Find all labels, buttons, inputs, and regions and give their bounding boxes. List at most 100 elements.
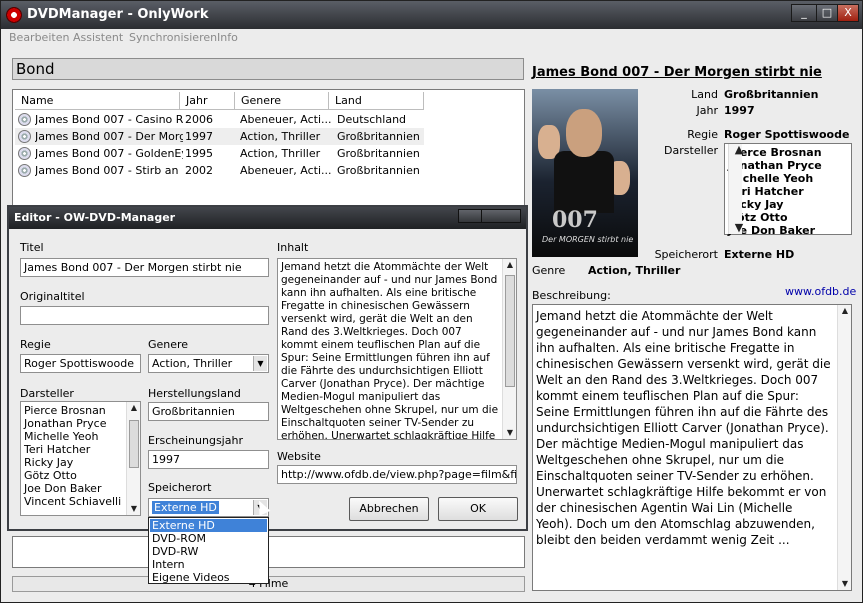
darsteller-list[interactable]: Pierce Brosnan Jonathan Pryce Michelle Y… — [724, 143, 852, 237]
maximize-button[interactable]: □ — [816, 4, 838, 22]
menu-bearbeiten[interactable]: Bearbeiten — [9, 31, 69, 44]
poster-subtitle: Der MORGEN stirbt nie — [542, 235, 634, 244]
beschreibung-content: Jemand hetzt die Atommächte der Welt geg… — [536, 309, 831, 547]
titel-input[interactable]: James Bond 007 - Der Morgen stirbt nie — [20, 258, 269, 277]
row-name: James Bond 007 - Der Morg... — [35, 130, 183, 143]
table-row[interactable]: James Bond 007 - Stirb an ... 2002 Abene… — [15, 162, 523, 179]
row-name: James Bond 007 - GoldenEye — [35, 147, 183, 160]
row-year: 1995 — [185, 147, 213, 160]
scroll-up-icon[interactable]: ▲ — [838, 305, 851, 317]
row-country: Großbritannien — [337, 164, 420, 177]
editor-dialog: Editor - OW-DVD-Manager Titel James Bond… — [7, 205, 528, 531]
scroll-thumb[interactable] — [129, 420, 139, 468]
list-item: Ricky Jay — [24, 456, 74, 469]
scroll-down-icon[interactable]: ▼ — [503, 427, 516, 439]
list-item: Pierce Brosnan — [24, 404, 106, 417]
row-country: Großbritannien — [337, 130, 420, 143]
speicherort-label: Speicherort — [148, 481, 212, 494]
inhalt-label: Inhalt — [277, 241, 309, 254]
column-header-genre[interactable]: Genere — [235, 92, 329, 110]
inhalt-textarea[interactable]: Jemand hetzt die Atommächte der Welt geg… — [277, 258, 517, 440]
dropdown-option[interactable]: Eigene Videos — [150, 571, 267, 584]
editor-minimize-button[interactable] — [458, 209, 482, 223]
dvd-icon — [18, 164, 31, 177]
herstellungsland-label: Herstellungsland — [148, 387, 241, 400]
table-row[interactable]: James Bond 007 - GoldenEye 1995 Action, … — [15, 145, 523, 162]
row-year: 1997 — [185, 130, 213, 143]
poster-figure — [566, 109, 602, 157]
movie-list[interactable]: Name Jahr Genere Land James Bond 007 - C… — [12, 89, 525, 209]
darsteller-scrollbar[interactable]: ▲ ▼ — [126, 402, 140, 515]
column-header-year[interactable]: Jahr — [180, 92, 235, 110]
list-item: Jonathan Pryce — [24, 417, 107, 430]
dvd-icon — [18, 113, 31, 126]
website-input[interactable]: http://www.ofdb.de/view.php?page=film&fi… — [277, 465, 517, 484]
speicherort-dropdown[interactable]: Externe HD DVD-ROM DVD-RW Intern Eigene … — [148, 517, 269, 584]
menu-info[interactable]: Info — [217, 31, 238, 44]
ofdb-link[interactable]: www.ofdb.de — [785, 285, 856, 298]
scroll-up-icon[interactable]: ▲ — [127, 402, 140, 414]
search-input[interactable]: Bond — [12, 58, 524, 80]
website-label: Website — [277, 450, 321, 463]
beschreibung-text[interactable]: Jemand hetzt die Atommächte der Welt geg… — [532, 304, 852, 591]
chevron-down-icon[interactable]: ▼ — [253, 356, 267, 371]
row-genre: Action, Thriller — [240, 147, 321, 160]
editor-title-bar[interactable]: Editor - OW-DVD-Manager — [9, 207, 526, 229]
genere-select[interactable]: Action, Thriller ▼ — [148, 354, 269, 373]
originaltitel-label: Originaltitel — [20, 290, 85, 303]
jahr-value: 1997 — [724, 104, 755, 117]
darsteller-scrollbar[interactable]: ▲ ▼ — [728, 144, 743, 234]
ok-button[interactable]: OK — [438, 497, 518, 521]
dropdown-option[interactable]: DVD-ROM — [150, 532, 267, 545]
scroll-up-icon[interactable]: ▲ — [732, 144, 746, 156]
row-year: 2006 — [185, 113, 213, 126]
list-item: Götz Otto — [24, 469, 77, 482]
close-button[interactable]: X — [837, 4, 859, 22]
dropdown-option[interactable]: Intern — [150, 558, 267, 571]
window-title: DVDManager - OnlyWork — [27, 7, 209, 22]
minimize-button[interactable]: _ — [791, 4, 817, 22]
row-name: James Bond 007 - Casino R... — [35, 113, 183, 126]
speicherort-select[interactable]: Externe HD ▼ — [148, 498, 269, 517]
scroll-thumb[interactable] — [505, 275, 515, 387]
table-row[interactable]: James Bond 007 - Casino R... 2006 Abeneu… — [15, 111, 523, 128]
genre-label: Genre — [532, 264, 566, 277]
editor-close-button[interactable] — [481, 209, 521, 223]
app-icon — [6, 7, 22, 23]
row-genre: Abeneuer, Acti... — [240, 164, 332, 177]
herstellungsland-input[interactable]: Großbritannien — [148, 402, 269, 421]
darsteller-list[interactable]: Pierce Brosnan Jonathan Pryce Michelle Y… — [20, 401, 141, 516]
abbrechen-button[interactable]: Abbrechen — [349, 497, 429, 521]
regie-input[interactable]: Roger Spottiswoode — [20, 354, 141, 373]
originaltitel-input[interactable] — [20, 306, 269, 325]
list-item: Michelle Yeoh — [24, 430, 99, 443]
poster-logo: 007 — [552, 207, 598, 233]
dropdown-option[interactable]: DVD-RW — [150, 545, 267, 558]
erscheinungsjahr-input[interactable]: 1997 — [148, 450, 269, 469]
detail-title[interactable]: James Bond 007 - Der Morgen stirbt nie — [532, 65, 822, 80]
table-row[interactable]: James Bond 007 - Der Morg... 1997 Action… — [15, 128, 424, 145]
menu-synchronisieren[interactable]: Synchronisieren — [129, 31, 217, 44]
darsteller-label: Darsteller — [664, 144, 718, 157]
beschreibung-scrollbar[interactable]: ▲ ▼ — [837, 305, 851, 590]
scroll-down-icon[interactable]: ▼ — [732, 222, 746, 234]
poster-figure — [554, 151, 614, 213]
title-bar[interactable]: DVDManager - OnlyWork _ □ X — [1, 1, 862, 29]
menu-bar: Bearbeiten Assistent Synchronisieren Inf… — [1, 29, 862, 47]
regie-value: Roger Spottiswoode — [724, 128, 850, 141]
scroll-down-icon[interactable]: ▼ — [838, 578, 851, 590]
scroll-down-icon[interactable]: ▼ — [127, 503, 140, 515]
list-item: Teri Hatcher — [24, 443, 91, 456]
column-header-country[interactable]: Land — [329, 92, 424, 110]
menu-assistent[interactable]: Assistent — [73, 31, 123, 44]
regie-label: Regie — [20, 338, 51, 351]
column-header-name[interactable]: Name — [15, 92, 180, 110]
inhalt-scrollbar[interactable]: ▲ ▼ — [502, 259, 516, 439]
genre-value: Action, Thriller — [588, 264, 681, 277]
dropdown-option[interactable]: Externe HD — [150, 519, 267, 532]
titel-label: Titel — [20, 241, 44, 254]
movie-poster: 007 Der MORGEN stirbt nie — [532, 89, 638, 257]
dvd-icon — [18, 147, 31, 160]
editor-title: Editor - OW-DVD-Manager — [14, 211, 176, 224]
scroll-up-icon[interactable]: ▲ — [503, 259, 516, 271]
